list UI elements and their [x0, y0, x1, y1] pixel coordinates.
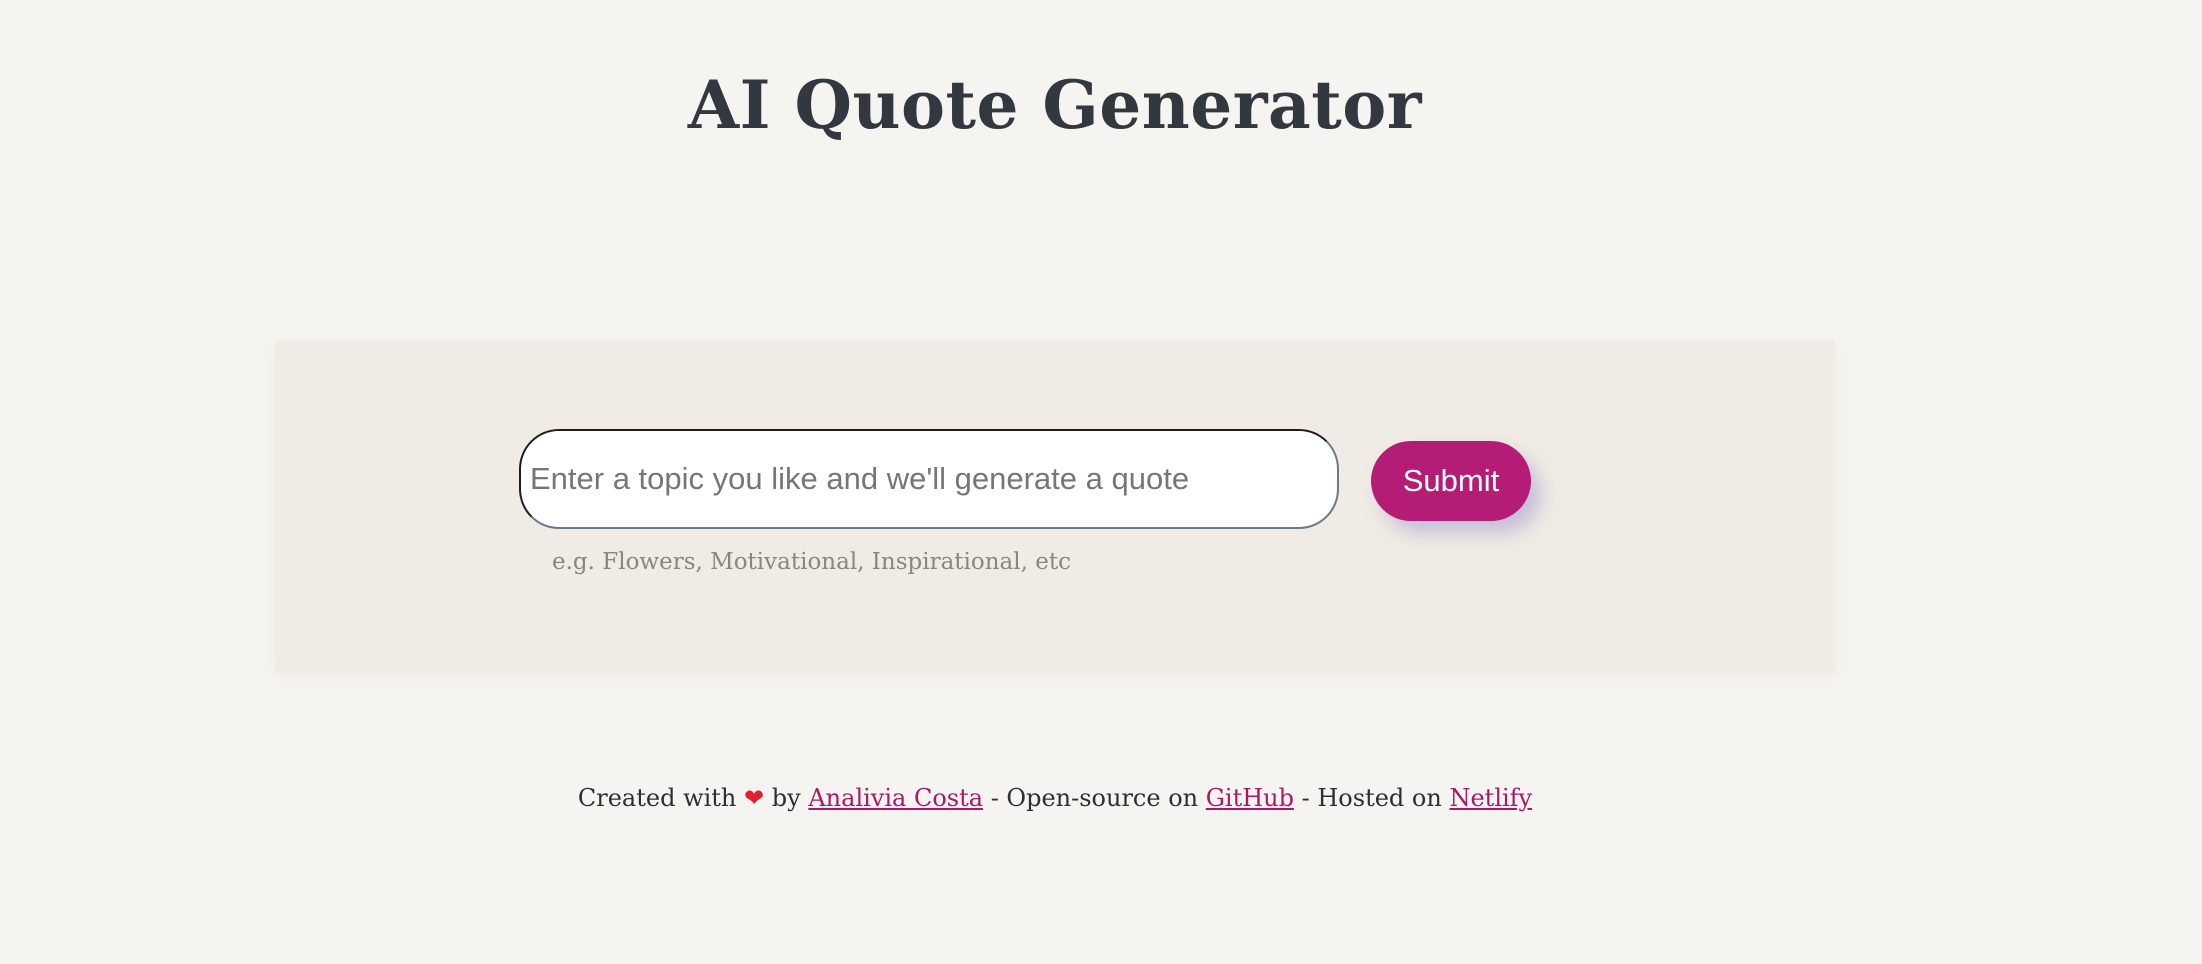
quote-form-panel: Submit e.g. Flowers, Motivational, Inspi…	[275, 341, 1835, 673]
heart-icon: ❤	[744, 784, 765, 812]
netlify-link[interactable]: Netlify	[1449, 784, 1532, 812]
author-link[interactable]: Analivia Costa	[808, 784, 983, 812]
footer: Created with ❤ by Analivia Costa - Open-…	[0, 784, 2110, 812]
footer-by: by	[771, 784, 801, 812]
submit-button[interactable]: Submit	[1371, 441, 1531, 521]
github-link[interactable]: GitHub	[1206, 784, 1294, 812]
input-hint: e.g. Flowers, Motivational, Inspirationa…	[552, 549, 1071, 575]
footer-hosted-text: - Hosted on	[1301, 784, 1442, 812]
page-title: AI Quote Generator	[687, 66, 1423, 144]
topic-input[interactable]	[519, 429, 1339, 529]
footer-created-with: Created with	[577, 784, 737, 812]
footer-open-source-text: - Open-source on	[990, 784, 1199, 812]
